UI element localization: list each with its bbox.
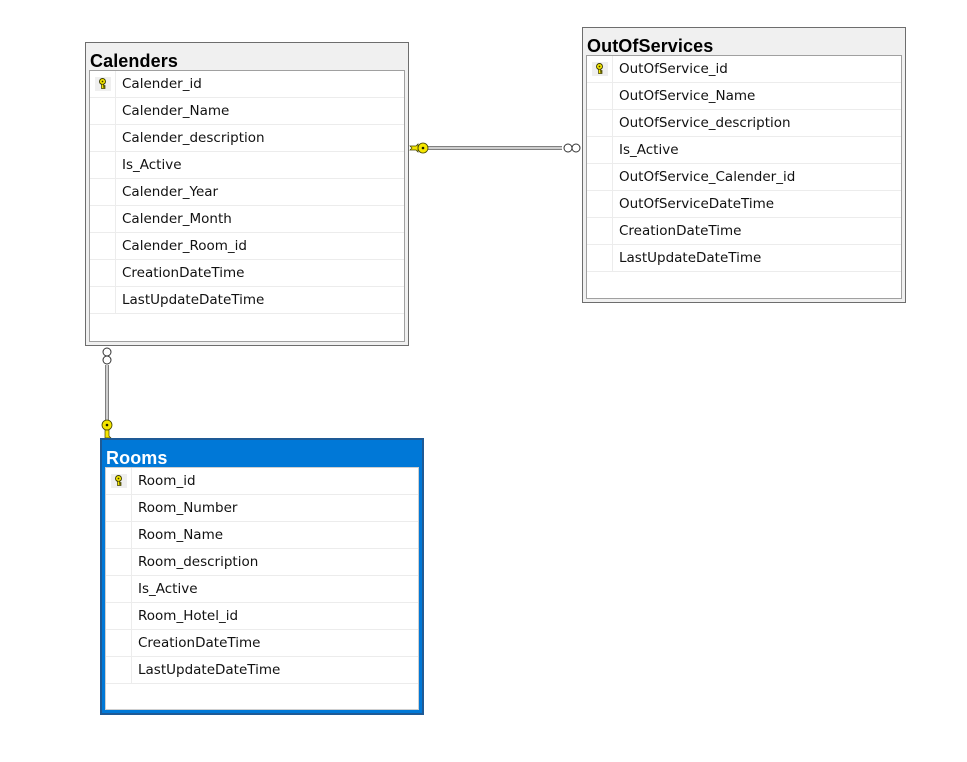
column-row[interactable]: Calender_id — [90, 71, 404, 98]
column-row[interactable]: Room_Name — [106, 522, 418, 549]
table-title: Calenders — [90, 51, 178, 71]
column-row[interactable]: Calender_description — [90, 125, 404, 152]
column-name: CreationDateTime — [138, 635, 261, 651]
column-name: Room_Hotel_id — [138, 608, 239, 624]
column-name: Is_Active — [122, 157, 182, 173]
table-rooms[interactable]: Rooms Room_id Room_Number Room_Name Room_de… — [100, 438, 424, 715]
row-selector[interactable] — [106, 549, 132, 575]
column-grid: Room_id Room_Number Room_Name Room_descript… — [105, 467, 419, 710]
column-name: Calender_id — [122, 76, 202, 92]
column-name: OutOfService_description — [619, 115, 791, 131]
column-row[interactable]: Room_Hotel_id — [106, 603, 418, 630]
column-grid: OutOfService_id OutOfService_Name OutOfSer… — [586, 55, 902, 299]
column-row[interactable]: Is_Active — [587, 137, 901, 164]
infinity-icon — [563, 143, 581, 153]
relationship-calenders-outofservices[interactable] — [409, 142, 581, 154]
row-selector[interactable] — [90, 152, 116, 178]
column-name: Room_id — [138, 473, 196, 489]
column-row[interactable]: OutOfService_description — [587, 110, 901, 137]
column-row[interactable]: Calender_Room_id — [90, 233, 404, 260]
column-name: OutOfServiceDateTime — [619, 196, 775, 212]
column-name: Is_Active — [619, 142, 679, 158]
column-row[interactable]: OutOfService_Calender_id — [587, 164, 901, 191]
row-selector[interactable] — [587, 56, 613, 82]
table-title: Rooms — [106, 448, 168, 468]
column-name: Calender_Month — [122, 211, 232, 227]
row-selector[interactable] — [90, 71, 116, 97]
column-row[interactable]: OutOfService_Name — [587, 83, 901, 110]
row-selector[interactable] — [587, 83, 613, 109]
column-name: LastUpdateDateTime — [619, 250, 762, 266]
primary-key-icon — [591, 62, 608, 76]
row-selector[interactable] — [90, 287, 116, 313]
column-row[interactable]: CreationDateTime — [90, 260, 404, 287]
row-selector[interactable] — [587, 191, 613, 217]
row-selector[interactable] — [106, 468, 132, 494]
row-selector[interactable] — [106, 630, 132, 656]
key-icon — [101, 419, 113, 439]
row-selector[interactable] — [587, 110, 613, 136]
column-name: Calender_Year — [122, 184, 219, 200]
column-row[interactable]: Room_description — [106, 549, 418, 576]
row-selector[interactable] — [90, 98, 116, 124]
key-icon — [409, 142, 429, 154]
primary-key-icon — [94, 77, 111, 91]
column-name: Room_Name — [138, 527, 224, 543]
column-name: LastUpdateDateTime — [122, 292, 265, 308]
row-selector[interactable] — [106, 657, 132, 683]
column-name: Room_description — [138, 554, 259, 570]
row-selector[interactable] — [106, 495, 132, 521]
column-name: OutOfService_Calender_id — [619, 169, 796, 185]
column-row[interactable]: LastUpdateDateTime — [587, 245, 901, 272]
column-name: Calender_Name — [122, 103, 230, 119]
table-outofservices[interactable]: OutOfServices OutOfService_id OutOfServic… — [582, 27, 906, 303]
column-name: Room_Number — [138, 500, 238, 516]
column-row[interactable]: CreationDateTime — [587, 218, 901, 245]
row-selector[interactable] — [587, 245, 613, 271]
column-name: Calender_Room_id — [122, 238, 248, 254]
row-selector[interactable] — [587, 137, 613, 163]
infinity-icon — [102, 347, 112, 365]
column-name: CreationDateTime — [619, 223, 742, 239]
row-selector[interactable] — [106, 522, 132, 548]
row-selector[interactable] — [90, 179, 116, 205]
table-calenders[interactable]: Calenders Calender_id Calender_Name Calend… — [85, 42, 409, 346]
column-row[interactable]: CreationDateTime — [106, 630, 418, 657]
column-row[interactable]: Room_Number — [106, 495, 418, 522]
row-selector[interactable] — [90, 125, 116, 151]
primary-key-icon — [110, 474, 127, 488]
column-row[interactable]: Calender_Month — [90, 206, 404, 233]
row-selector[interactable] — [90, 260, 116, 286]
column-row[interactable]: Calender_Name — [90, 98, 404, 125]
column-name: Is_Active — [138, 581, 198, 597]
column-row[interactable]: Is_Active — [106, 576, 418, 603]
column-name: LastUpdateDateTime — [138, 662, 281, 678]
column-row[interactable]: LastUpdateDateTime — [90, 287, 404, 314]
column-name: OutOfService_id — [619, 61, 728, 77]
column-row[interactable]: Room_id — [106, 468, 418, 495]
row-selector[interactable] — [106, 603, 132, 629]
column-name: OutOfService_Name — [619, 88, 756, 104]
column-row[interactable]: Calender_Year — [90, 179, 404, 206]
column-grid: Calender_id Calender_Name Calender_descrip… — [89, 70, 405, 342]
row-selector[interactable] — [587, 164, 613, 190]
row-selector[interactable] — [587, 218, 613, 244]
relationship-rooms-calenders[interactable] — [101, 347, 113, 439]
row-selector[interactable] — [106, 576, 132, 602]
column-row[interactable]: OutOfServiceDateTime — [587, 191, 901, 218]
row-selector[interactable] — [90, 233, 116, 259]
column-row[interactable]: Is_Active — [90, 152, 404, 179]
row-selector[interactable] — [90, 206, 116, 232]
column-name: Calender_description — [122, 130, 265, 146]
column-name: CreationDateTime — [122, 265, 245, 281]
column-row[interactable]: LastUpdateDateTime — [106, 657, 418, 684]
table-title: OutOfServices — [587, 36, 714, 56]
column-row[interactable]: OutOfService_id — [587, 56, 901, 83]
